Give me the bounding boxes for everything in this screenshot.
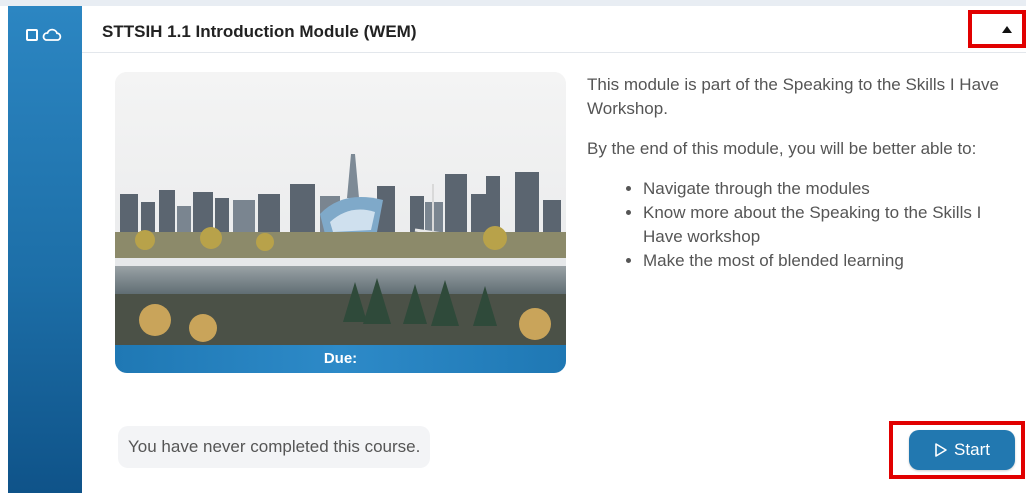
module-header: STTSIH 1.1 Introduction Module (WEM)	[82, 6, 1026, 53]
module-description: This module is part of the Speaking to t…	[587, 73, 1007, 273]
objectives-list: Navigate through the modules Know more a…	[587, 177, 1007, 273]
list-item: Make the most of blended learning	[643, 249, 1007, 273]
module-image-card: Due:	[115, 72, 566, 373]
start-highlight-frame: Start	[889, 421, 1025, 479]
list-item: Know more about the Speaking to the Skil…	[643, 201, 1007, 249]
square-icon	[26, 29, 38, 41]
module-sidebar	[8, 6, 82, 493]
triangle-up-icon	[1002, 25, 1012, 33]
sidebar-icons	[26, 28, 62, 42]
city-skyline-image	[115, 72, 566, 373]
due-label: Due:	[115, 345, 566, 373]
cloud-icon	[42, 28, 62, 41]
list-item: Navigate through the modules	[643, 177, 1007, 201]
module-title: STTSIH 1.1 Introduction Module (WEM)	[102, 22, 417, 41]
start-label: Start	[954, 440, 990, 459]
collapse-button[interactable]	[968, 10, 1026, 48]
play-outline-icon	[935, 443, 947, 457]
completion-status: You have never completed this course.	[118, 426, 431, 468]
start-button[interactable]: Start	[909, 430, 1015, 470]
description-intro: This module is part of the Speaking to t…	[587, 75, 999, 118]
description-lead: By the end of this module, you will be b…	[587, 139, 977, 158]
